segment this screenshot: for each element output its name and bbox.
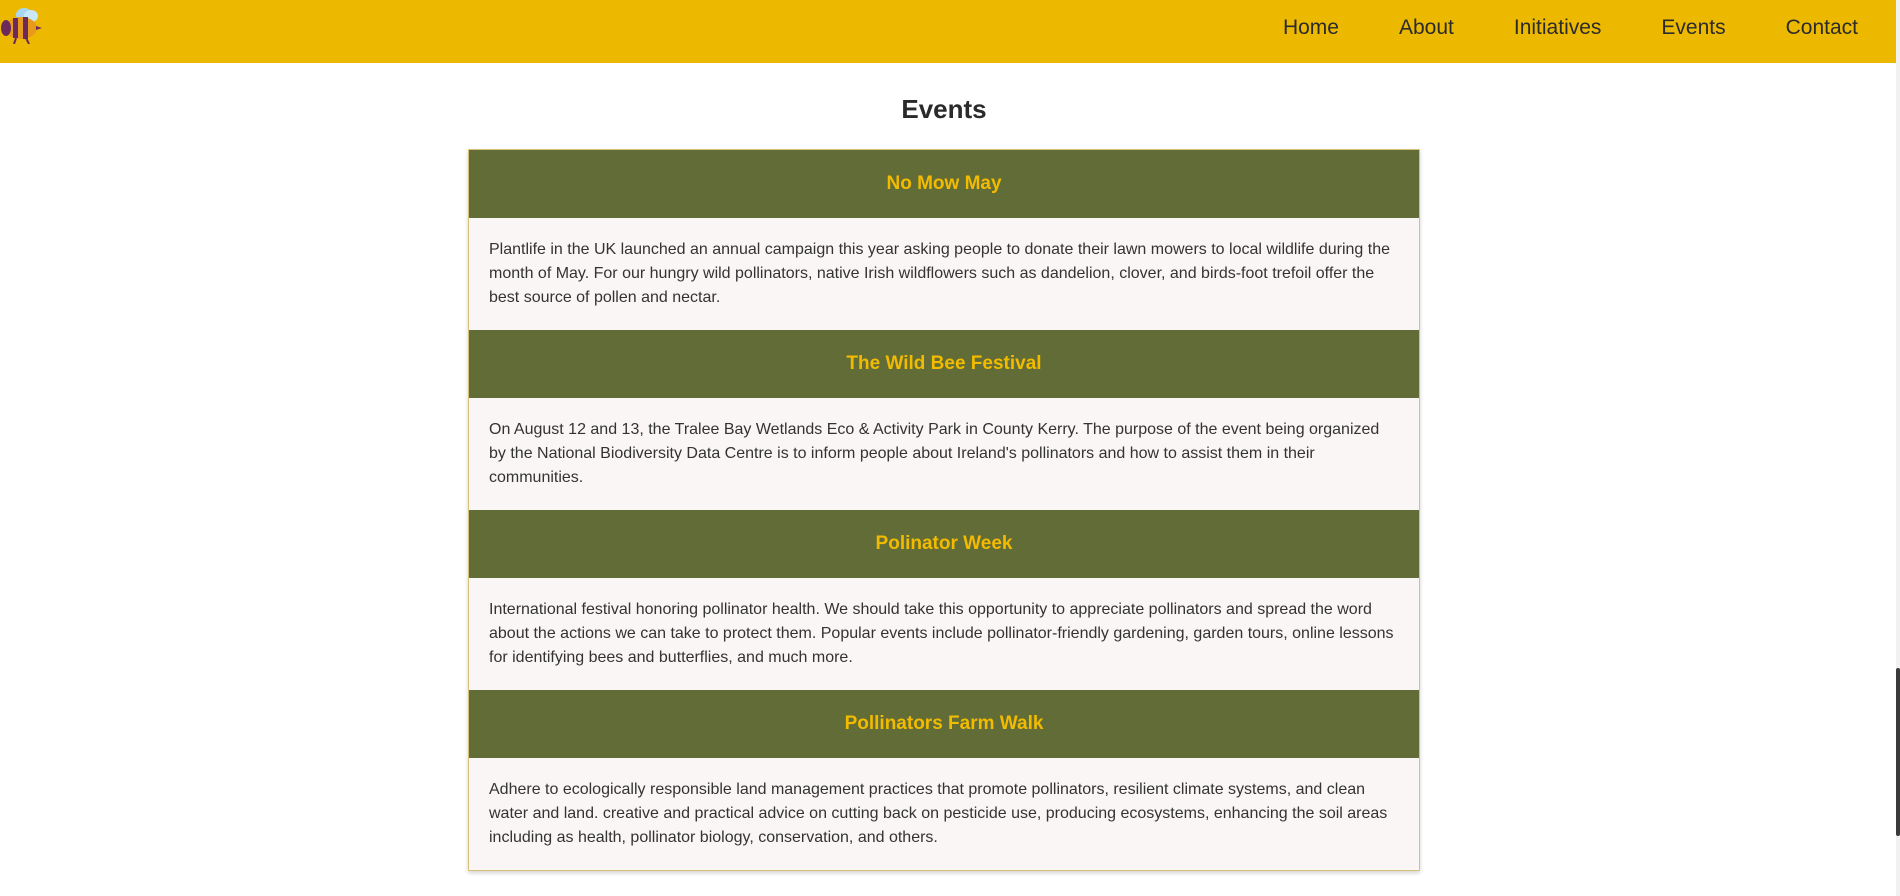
nav-links: Home About Initiatives Events Contact xyxy=(1283,0,1858,56)
event-description: Adhere to ecologically responsible land … xyxy=(489,781,1388,846)
bee-icon[interactable] xyxy=(0,4,44,45)
nav-link-events[interactable]: Events xyxy=(1661,16,1725,40)
bee-logo-graphic xyxy=(1,8,42,45)
event-header: Pollinators Farm Walk xyxy=(469,690,1419,758)
event-item: Polinator Week International festival ho… xyxy=(469,510,1419,690)
event-item: The Wild Bee Festival On August 12 and 1… xyxy=(469,330,1419,510)
event-header: Polinator Week xyxy=(469,510,1419,578)
page-title: Events xyxy=(901,94,987,124)
event-description: On August 12 and 13, the Tralee Bay Wetl… xyxy=(489,421,1380,486)
event-description: International festival honoring pollinat… xyxy=(489,601,1394,666)
event-header: No Mow May xyxy=(469,150,1419,218)
event-title: Polinator Week xyxy=(875,533,1013,554)
events-list: No Mow May Plantlife in the UK launched … xyxy=(468,149,1420,871)
event-item: No Mow May Plantlife in the UK launched … xyxy=(469,150,1419,330)
nav-link-initiatives[interactable]: Initiatives xyxy=(1514,16,1602,40)
page: Home About Initiatives Events Contact Ev… xyxy=(0,0,1900,896)
event-body: International festival honoring pollinat… xyxy=(469,578,1419,690)
nav-link-about[interactable]: About xyxy=(1399,16,1454,40)
page-content: Home About Initiatives Events Contact Ev… xyxy=(0,0,1900,896)
event-header: The Wild Bee Festival xyxy=(469,330,1419,398)
event-title: The Wild Bee Festival xyxy=(846,353,1042,374)
event-title: Pollinators Farm Walk xyxy=(844,713,1044,734)
event-body: Plantlife in the UK launched an annual c… xyxy=(469,218,1419,330)
event-body: Adhere to ecologically responsible land … xyxy=(469,758,1419,870)
event-description: Plantlife in the UK launched an annual c… xyxy=(489,241,1390,306)
nav-link-home[interactable]: Home xyxy=(1283,16,1339,40)
event-item: Pollinators Farm Walk Adhere to ecologic… xyxy=(469,690,1419,870)
event-body: On August 12 and 13, the Tralee Bay Wetl… xyxy=(469,398,1419,510)
scrollbar-thumb[interactable] xyxy=(1896,668,1900,836)
scrollbar-track[interactable] xyxy=(1896,0,1900,896)
event-title: No Mow May xyxy=(886,173,1002,194)
navbar: Home About Initiatives Events Contact xyxy=(0,0,1896,63)
nav-link-contact[interactable]: Contact xyxy=(1786,16,1858,40)
